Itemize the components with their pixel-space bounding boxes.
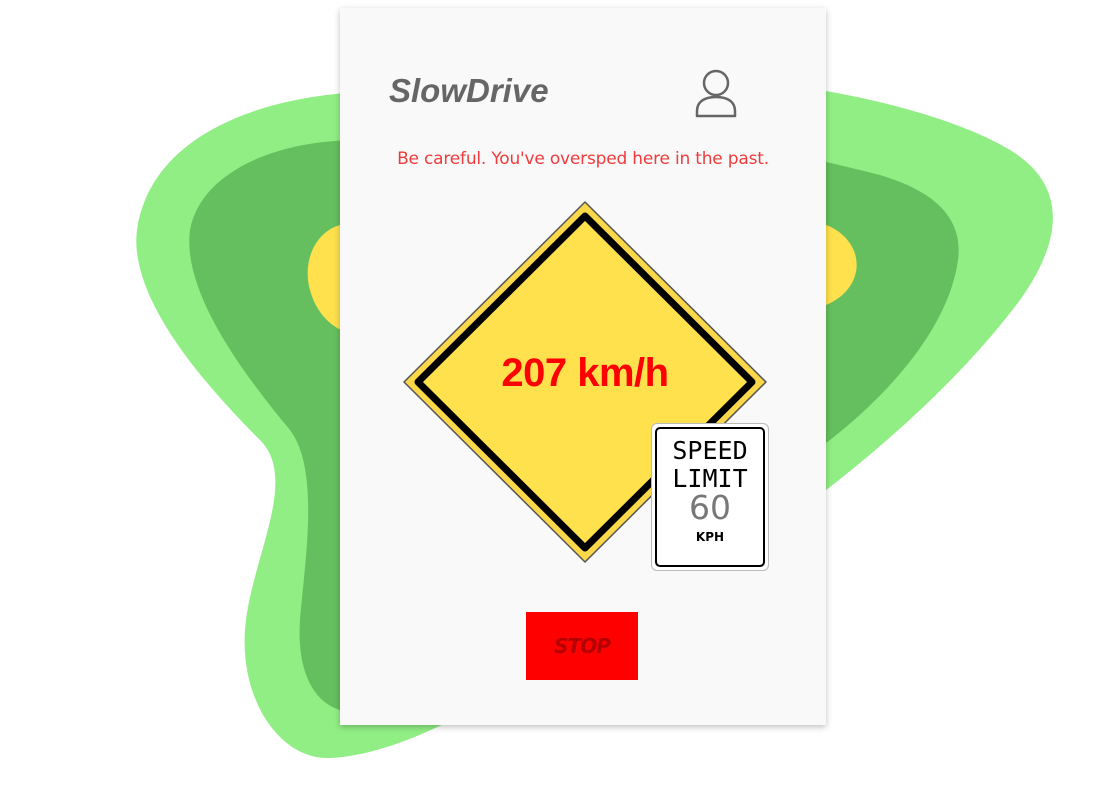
speed-limit-line1: SPEED (672, 436, 748, 465)
app-title: SlowDrive (389, 72, 549, 109)
speed-limit-unit: KPH (695, 530, 725, 544)
overspeed-warning: Be careful. You've oversped here in the … (397, 149, 769, 169)
app-card: SlowDrive Be careful. You've oversped he… (340, 8, 826, 725)
user-icon (695, 69, 737, 118)
stop-button[interactable]: STOP (526, 612, 638, 680)
speed-limit-sign: SPEED LIMIT 60 KPH (651, 423, 769, 571)
speed-limit-value: 60 (689, 488, 731, 527)
current-speed: 207 km/h (501, 351, 669, 395)
profile-button[interactable] (692, 66, 740, 118)
